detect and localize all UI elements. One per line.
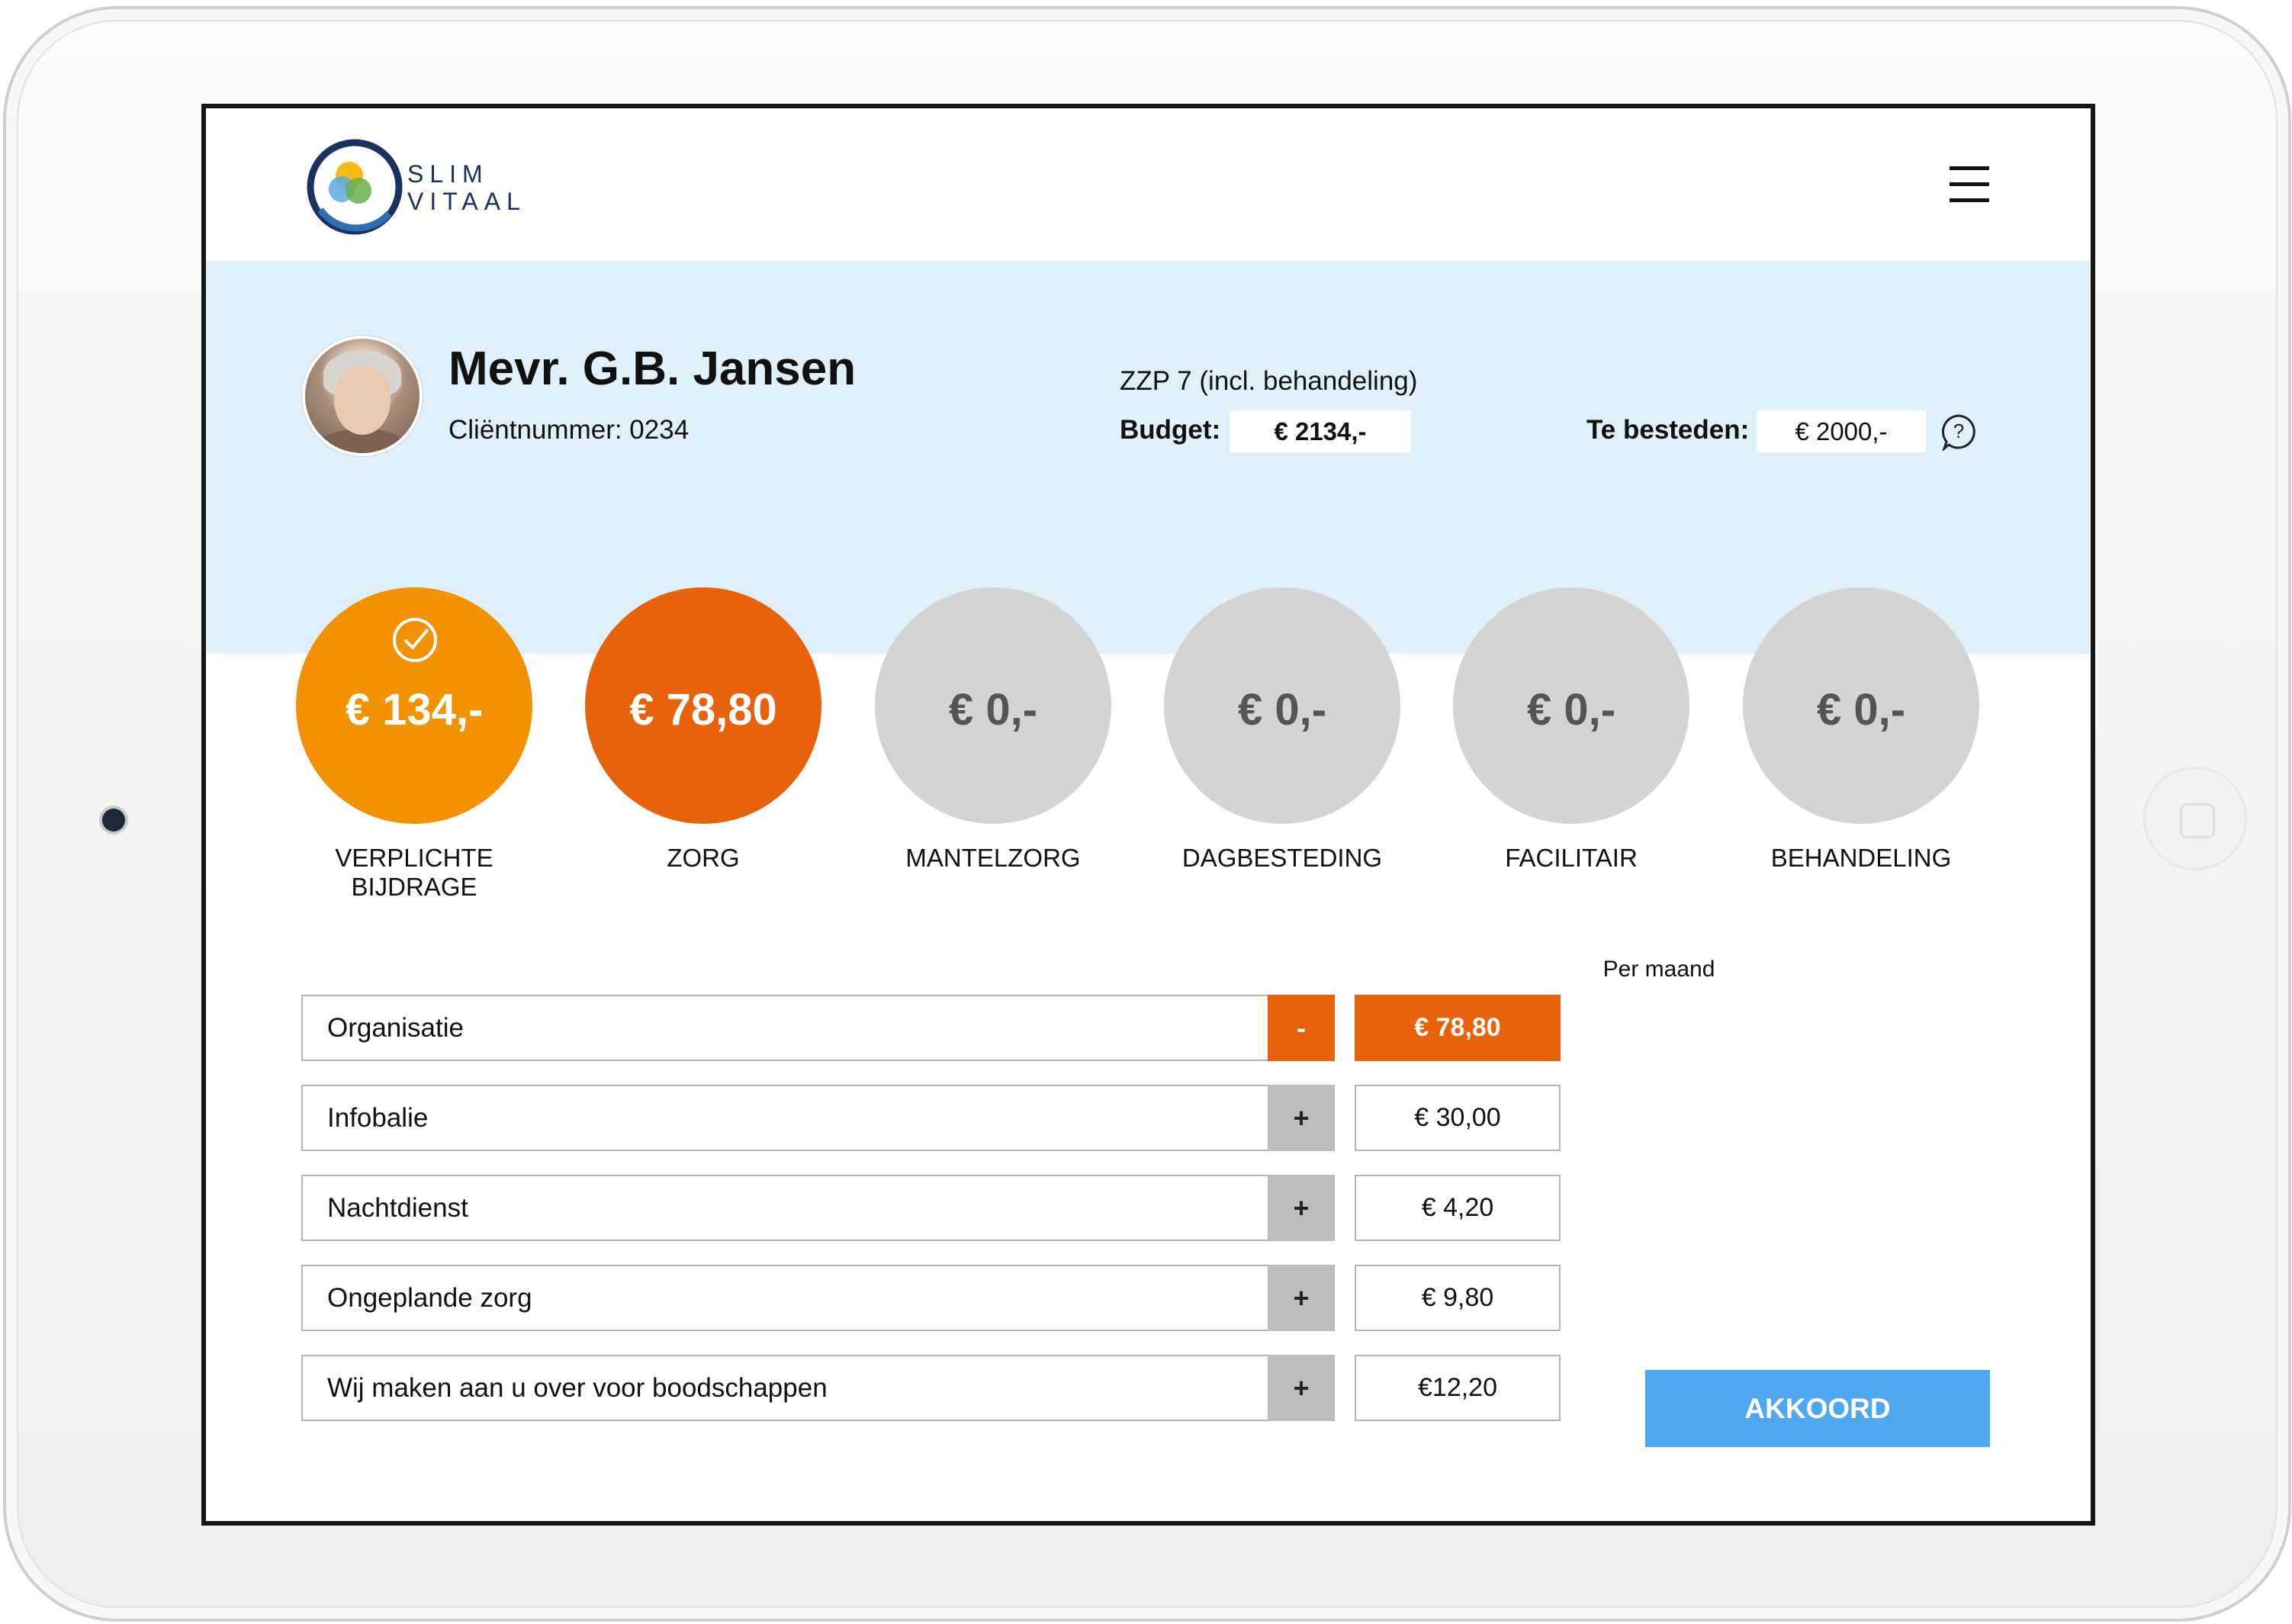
category-label: ZORG <box>667 844 740 872</box>
category-circle: € 0,- <box>1743 587 1979 824</box>
home-button[interactable] <box>2146 769 2245 868</box>
app-header: SLIM VITAAL <box>206 108 2091 261</box>
category-value: € 0,- <box>948 684 1038 735</box>
add-button[interactable]: + <box>1268 1085 1335 1151</box>
category-label: MANTELZORG <box>905 844 1081 872</box>
add-button[interactable]: + <box>1268 1175 1335 1241</box>
category-dagbesteding[interactable]: € 0,- DAGBESTEDING <box>1160 587 1404 873</box>
client-number: Cliëntnummer: 0234 <box>448 415 690 445</box>
list-item-nachtdienst: Nachtdienst + € 4,20 <box>301 1175 1628 1241</box>
per-maand-label: Per maand <box>1602 957 1715 982</box>
logo-mark-icon <box>307 139 403 235</box>
category-circle: € 0,- <box>1453 587 1689 824</box>
te-besteden-value: € 2000,- <box>1757 410 1926 452</box>
category-verplichte-bijdrage[interactable]: € 134,- VERPLICHTE BIJDRAGE <box>292 587 536 902</box>
category-value: € 0,- <box>1816 684 1906 735</box>
category-circle: € 78,80 <box>585 587 821 824</box>
category-label: BEHANDELING <box>1770 844 1952 872</box>
list-item-infobalie: Infobalie + € 30,00 <box>301 1085 1628 1151</box>
svg-text:?: ? <box>1953 420 1964 442</box>
list-item-price: €12,20 <box>1355 1355 1561 1421</box>
list-item-price: € 4,20 <box>1355 1175 1561 1241</box>
category-behandeling[interactable]: € 0,- BEHANDELING <box>1739 587 1983 873</box>
add-button[interactable]: + <box>1268 1265 1335 1331</box>
logo-line-slim: SLIM <box>407 160 489 188</box>
slim-vitaal-logo[interactable]: SLIM VITAAL <box>305 137 572 236</box>
akkoord-button[interactable]: AKKOORD <box>1645 1370 1990 1447</box>
category-label: VERPLICHTE BIJDRAGE <box>335 844 493 901</box>
add-button[interactable]: + <box>1268 1355 1335 1421</box>
list-item-price: € 9,80 <box>1355 1265 1561 1331</box>
category-zorg[interactable]: € 78,80 ZORG <box>581 587 825 873</box>
logo-line-vitaal: VITAAL <box>407 188 526 215</box>
list-item-price: € 78,80 <box>1355 995 1561 1061</box>
budget-value: € 2134,- <box>1230 410 1411 452</box>
home-square-icon <box>2180 803 2215 838</box>
category-facilitair[interactable]: € 0,- FACILITAIR <box>1449 587 1693 873</box>
list-item-boodschappen: Wij maken aan u over voor boodschappen +… <box>301 1355 1628 1421</box>
check-circle-icon <box>393 618 437 662</box>
list-item-ongeplande-zorg: Ongeplande zorg + € 9,80 <box>301 1265 1628 1331</box>
client-avatar <box>305 339 420 453</box>
list-item-label: Wij maken aan u over voor boodschappen <box>301 1355 1294 1421</box>
client-name: Mevr. G.B. Jansen <box>448 342 857 395</box>
app-screen: SLIM VITAAL Mevr. G.B. Jansen Cliëntnumm… <box>201 104 2095 1526</box>
list-item-label: Organisatie <box>301 995 1294 1061</box>
list-item-price: € 30,00 <box>1355 1085 1561 1151</box>
category-value: € 0,- <box>1237 684 1327 735</box>
zzp-label: ZZP 7 (incl. behandeling) <box>1120 366 1418 396</box>
list-item-label: Ongeplande zorg <box>301 1265 1294 1331</box>
list-item-label: Infobalie <box>301 1085 1294 1151</box>
category-value: € 78,80 <box>629 684 777 735</box>
category-circle: € 0,- <box>875 587 1111 824</box>
category-label: DAGBESTEDING <box>1181 844 1383 872</box>
category-value: € 134,- <box>345 684 484 735</box>
list-item-label: Nachtdienst <box>301 1175 1294 1241</box>
category-mantelzorg[interactable]: € 0,- MANTELZORG <box>871 587 1115 873</box>
logo-wordmark: SLIM VITAAL <box>407 160 526 215</box>
hamburger-menu-icon[interactable] <box>1950 166 1989 203</box>
category-value: € 0,- <box>1526 684 1616 735</box>
category-circle: € 134,- <box>296 587 532 824</box>
camera-icon <box>102 809 125 831</box>
list-item-organisatie: Organisatie - € 78,80 <box>301 995 1628 1061</box>
te-besteden-label: Te besteden: <box>1586 415 1750 445</box>
category-label: FACILITAIR <box>1505 844 1638 872</box>
category-circle: € 0,- <box>1164 587 1400 824</box>
help-question-icon[interactable]: ? <box>1940 413 1978 451</box>
budget-label: Budget: <box>1120 415 1221 445</box>
remove-button[interactable]: - <box>1268 995 1335 1061</box>
